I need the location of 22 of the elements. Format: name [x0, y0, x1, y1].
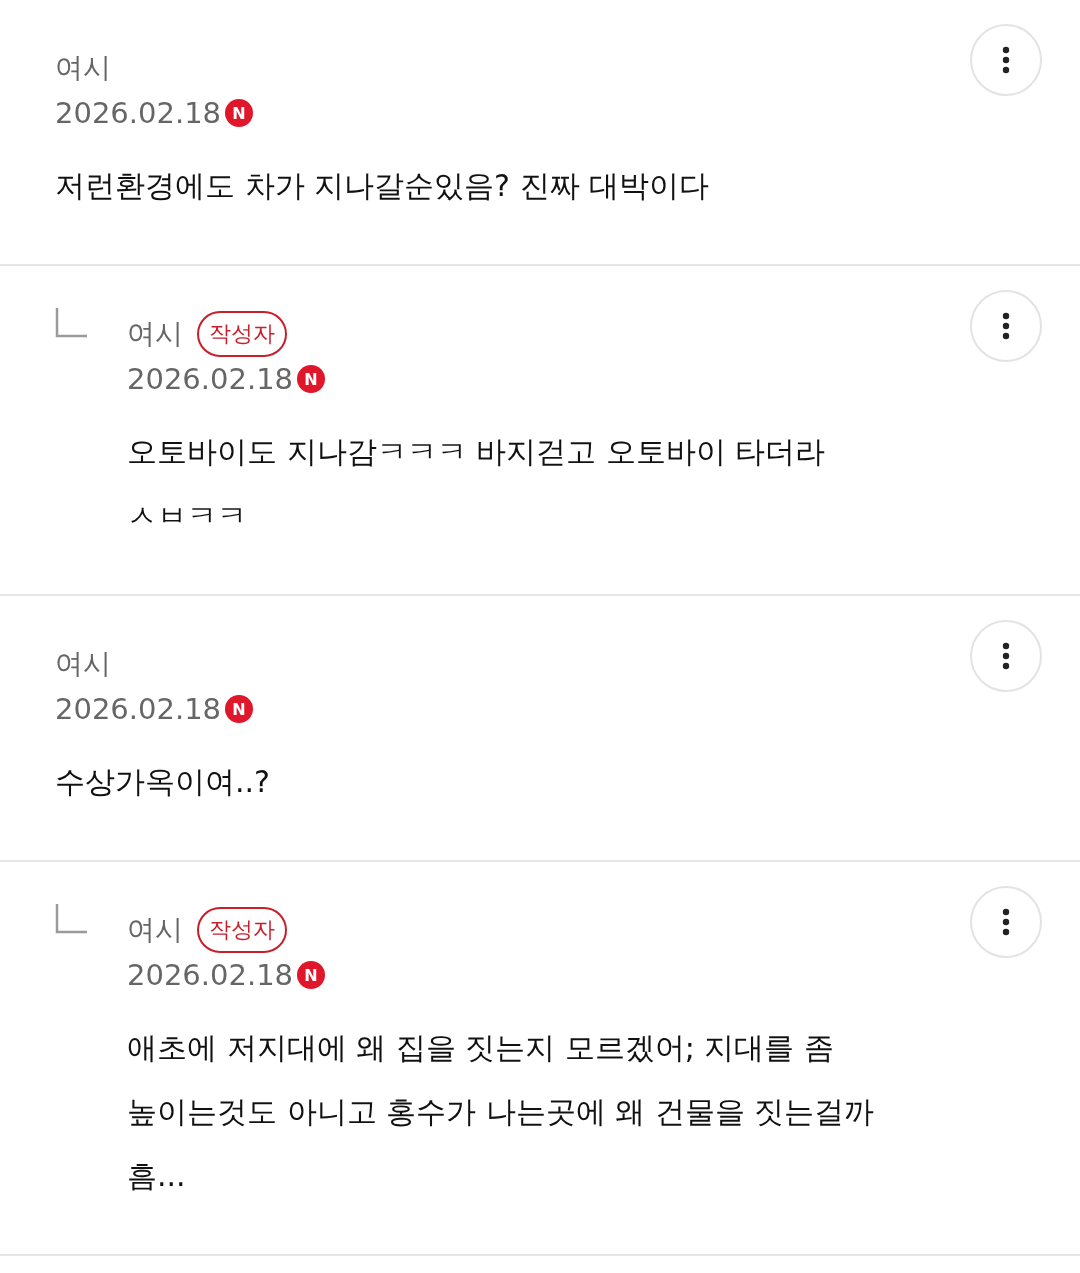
- new-badge: N: [225, 99, 254, 127]
- comment-text: 수상가옥이여..?: [55, 763, 271, 801]
- author-badge: 작성자: [197, 907, 287, 953]
- comment-text: 애초에 저지대에 왜 집을 짓는지 모르겠어; 지대를 좀 높이는것도 아니고 홍수가 나는곳에 왜 건물을 짓는걸까 흠...: [127, 1029, 876, 1195]
- new-badge: N: [225, 695, 254, 723]
- more-options-icon: [1002, 46, 1010, 74]
- comment-date: 2026.02.18: [55, 692, 222, 726]
- new-badge: N: [297, 365, 326, 393]
- comment-text: 저런환경에도 차가 지나갈순있음? 진짜 대박이다: [55, 167, 711, 205]
- author-name: 여시: [127, 316, 183, 352]
- more-options-icon: [1002, 312, 1010, 340]
- author-badge: 작성자: [197, 311, 287, 357]
- comment-date: 2026.02.18: [55, 96, 222, 130]
- author-name: 여시: [127, 912, 183, 948]
- author-name: 여시: [55, 50, 111, 86]
- comment-text: 오토바이도 지나감ㅋㅋㅋ 바지걷고 오토바이 타더라 ㅅㅂㅋㅋ: [127, 433, 827, 535]
- more-options-icon: [1002, 642, 1010, 670]
- author-name: 여시: [55, 646, 111, 682]
- new-badge: N: [297, 961, 326, 989]
- more-options-icon: [1002, 908, 1010, 936]
- comment-date: 2026.02.18: [127, 958, 294, 992]
- comment-date: 2026.02.18: [127, 362, 294, 396]
